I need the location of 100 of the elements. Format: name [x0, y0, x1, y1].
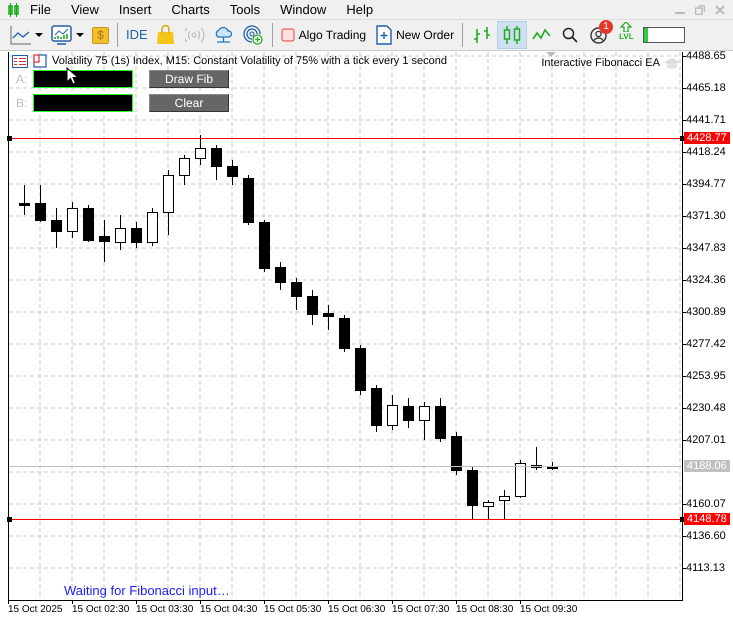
candlestick: [339, 314, 350, 352]
price-label: 4136.60: [686, 530, 726, 542]
price-label: 4230.48: [686, 402, 726, 414]
candlestick: [467, 466, 478, 520]
time-label: 15 Oct 02:30: [72, 604, 130, 616]
input-field[interactable]: [33, 94, 133, 112]
menu-item[interactable]: Charts: [161, 1, 220, 18]
ide-button[interactable]: IDE: [122, 21, 152, 49]
candlestick: [227, 160, 238, 186]
algo-trading-button[interactable]: Algo Trading: [276, 21, 370, 49]
menu-item[interactable]: View: [60, 1, 109, 18]
time-label: 15 Oct 05:30: [264, 604, 322, 616]
chart-button[interactable]: Clear: [149, 94, 229, 112]
candlestick: [531, 446, 542, 470]
up-arrow-icon: [620, 22, 632, 32]
price-marker: 4428.77: [684, 132, 730, 144]
candlestick: [355, 344, 366, 396]
time-label: 15 Oct 06:30: [328, 604, 386, 616]
expert-name: Interactive Fibonacci EA: [541, 57, 660, 70]
chart-button[interactable]: Draw Fib: [149, 70, 229, 88]
price-label: 4441.71: [686, 114, 726, 126]
notification-count: 1: [599, 20, 614, 34]
candlestick: [35, 184, 46, 222]
candlestick: [451, 432, 462, 476]
caret-icon: [35, 33, 43, 37]
mouse-cursor-icon: [66, 67, 78, 85]
candlestick: [51, 208, 62, 248]
candlestick: [499, 490, 510, 520]
candlestick: [243, 174, 254, 226]
list-icon[interactable]: [12, 54, 28, 68]
field-label: A:: [16, 73, 28, 86]
menu-item[interactable]: Tools: [220, 1, 270, 18]
candlestick: [371, 384, 382, 432]
price-label: 4324.36: [686, 274, 726, 286]
time-label: 15 Oct 2025: [8, 604, 62, 616]
candlestick: [483, 500, 494, 520]
price-label: 4465.18: [686, 82, 726, 94]
cloud-icon: [214, 25, 235, 45]
price-label: 4488.65: [686, 50, 726, 62]
signal-icon: [184, 25, 206, 45]
price-label: 4277.42: [686, 338, 726, 350]
candlestick: [323, 304, 334, 330]
candlestick: [83, 204, 94, 242]
bar-chart-icon: [472, 25, 492, 45]
search-icon: [562, 27, 578, 43]
line-handle[interactable]: [7, 136, 12, 141]
axis-shift-marker[interactable]: [546, 52, 556, 57]
price-label: 4253.95: [686, 370, 726, 382]
menu-item[interactable]: Window: [270, 1, 336, 18]
price-label: 4371.30: [686, 210, 726, 222]
candlestick: [307, 290, 318, 326]
input-field[interactable]: [33, 70, 133, 88]
candlestick: [435, 398, 446, 442]
time-label: 15 Oct 03:30: [136, 604, 194, 616]
line-chart-icon: [10, 25, 31, 45]
menu-item[interactable]: File: [20, 1, 61, 18]
candlestick: [259, 220, 270, 272]
price-label: 4300.89: [686, 306, 726, 318]
candlestick: [403, 398, 414, 428]
time-label: 15 Oct 09:30: [520, 604, 578, 616]
status-text: Waiting for Fibonacci input…: [64, 583, 230, 598]
candlestick: [515, 460, 526, 498]
shopping-bag-icon: [156, 25, 177, 45]
candlestick: [19, 184, 30, 216]
candlestick: [163, 170, 174, 236]
field-label: B:: [16, 97, 28, 110]
account-button[interactable]: 1: [585, 21, 612, 49]
candlestick: [99, 220, 110, 262]
app-icon: [8, 2, 20, 16]
time-label: 15 Oct 04:30: [200, 604, 258, 616]
chart-type-button[interactable]: [497, 21, 528, 49]
new-order-icon: [376, 25, 392, 45]
candlestick: [387, 394, 398, 430]
monitor-chart-icon: [51, 25, 72, 45]
menu-item[interactable]: Insert: [108, 1, 162, 18]
candlestick: [547, 462, 558, 470]
price-label: 4347.83: [686, 242, 726, 254]
price-marker: 4188.06: [684, 460, 730, 472]
candlestick: [275, 262, 286, 290]
template-icon[interactable]: [33, 54, 47, 68]
candlestick: [195, 134, 206, 166]
price-label: 4418.24: [686, 146, 726, 158]
candlestick: [147, 208, 158, 246]
candlestick: [419, 402, 430, 440]
price-marker: 4148.78: [684, 513, 730, 525]
menu-item[interactable]: Help: [336, 1, 384, 18]
candlestick: [115, 214, 126, 250]
candlestick: [67, 202, 78, 238]
candlestick: [179, 154, 190, 186]
new-order-button[interactable]: New Order: [372, 21, 458, 49]
time-label: 15 Oct 07:30: [392, 604, 450, 616]
time-label: 15 Oct 08:30: [456, 604, 514, 616]
price-label: 4160.07: [686, 498, 726, 510]
price-label: 4113.13: [686, 562, 725, 574]
candlestick: [291, 278, 302, 310]
line-handle[interactable]: [7, 517, 12, 522]
radar-add-icon: [242, 25, 264, 45]
status-square-icon: [280, 28, 295, 42]
caret-icon: [76, 33, 84, 37]
price-label: 4207.01: [686, 434, 726, 446]
